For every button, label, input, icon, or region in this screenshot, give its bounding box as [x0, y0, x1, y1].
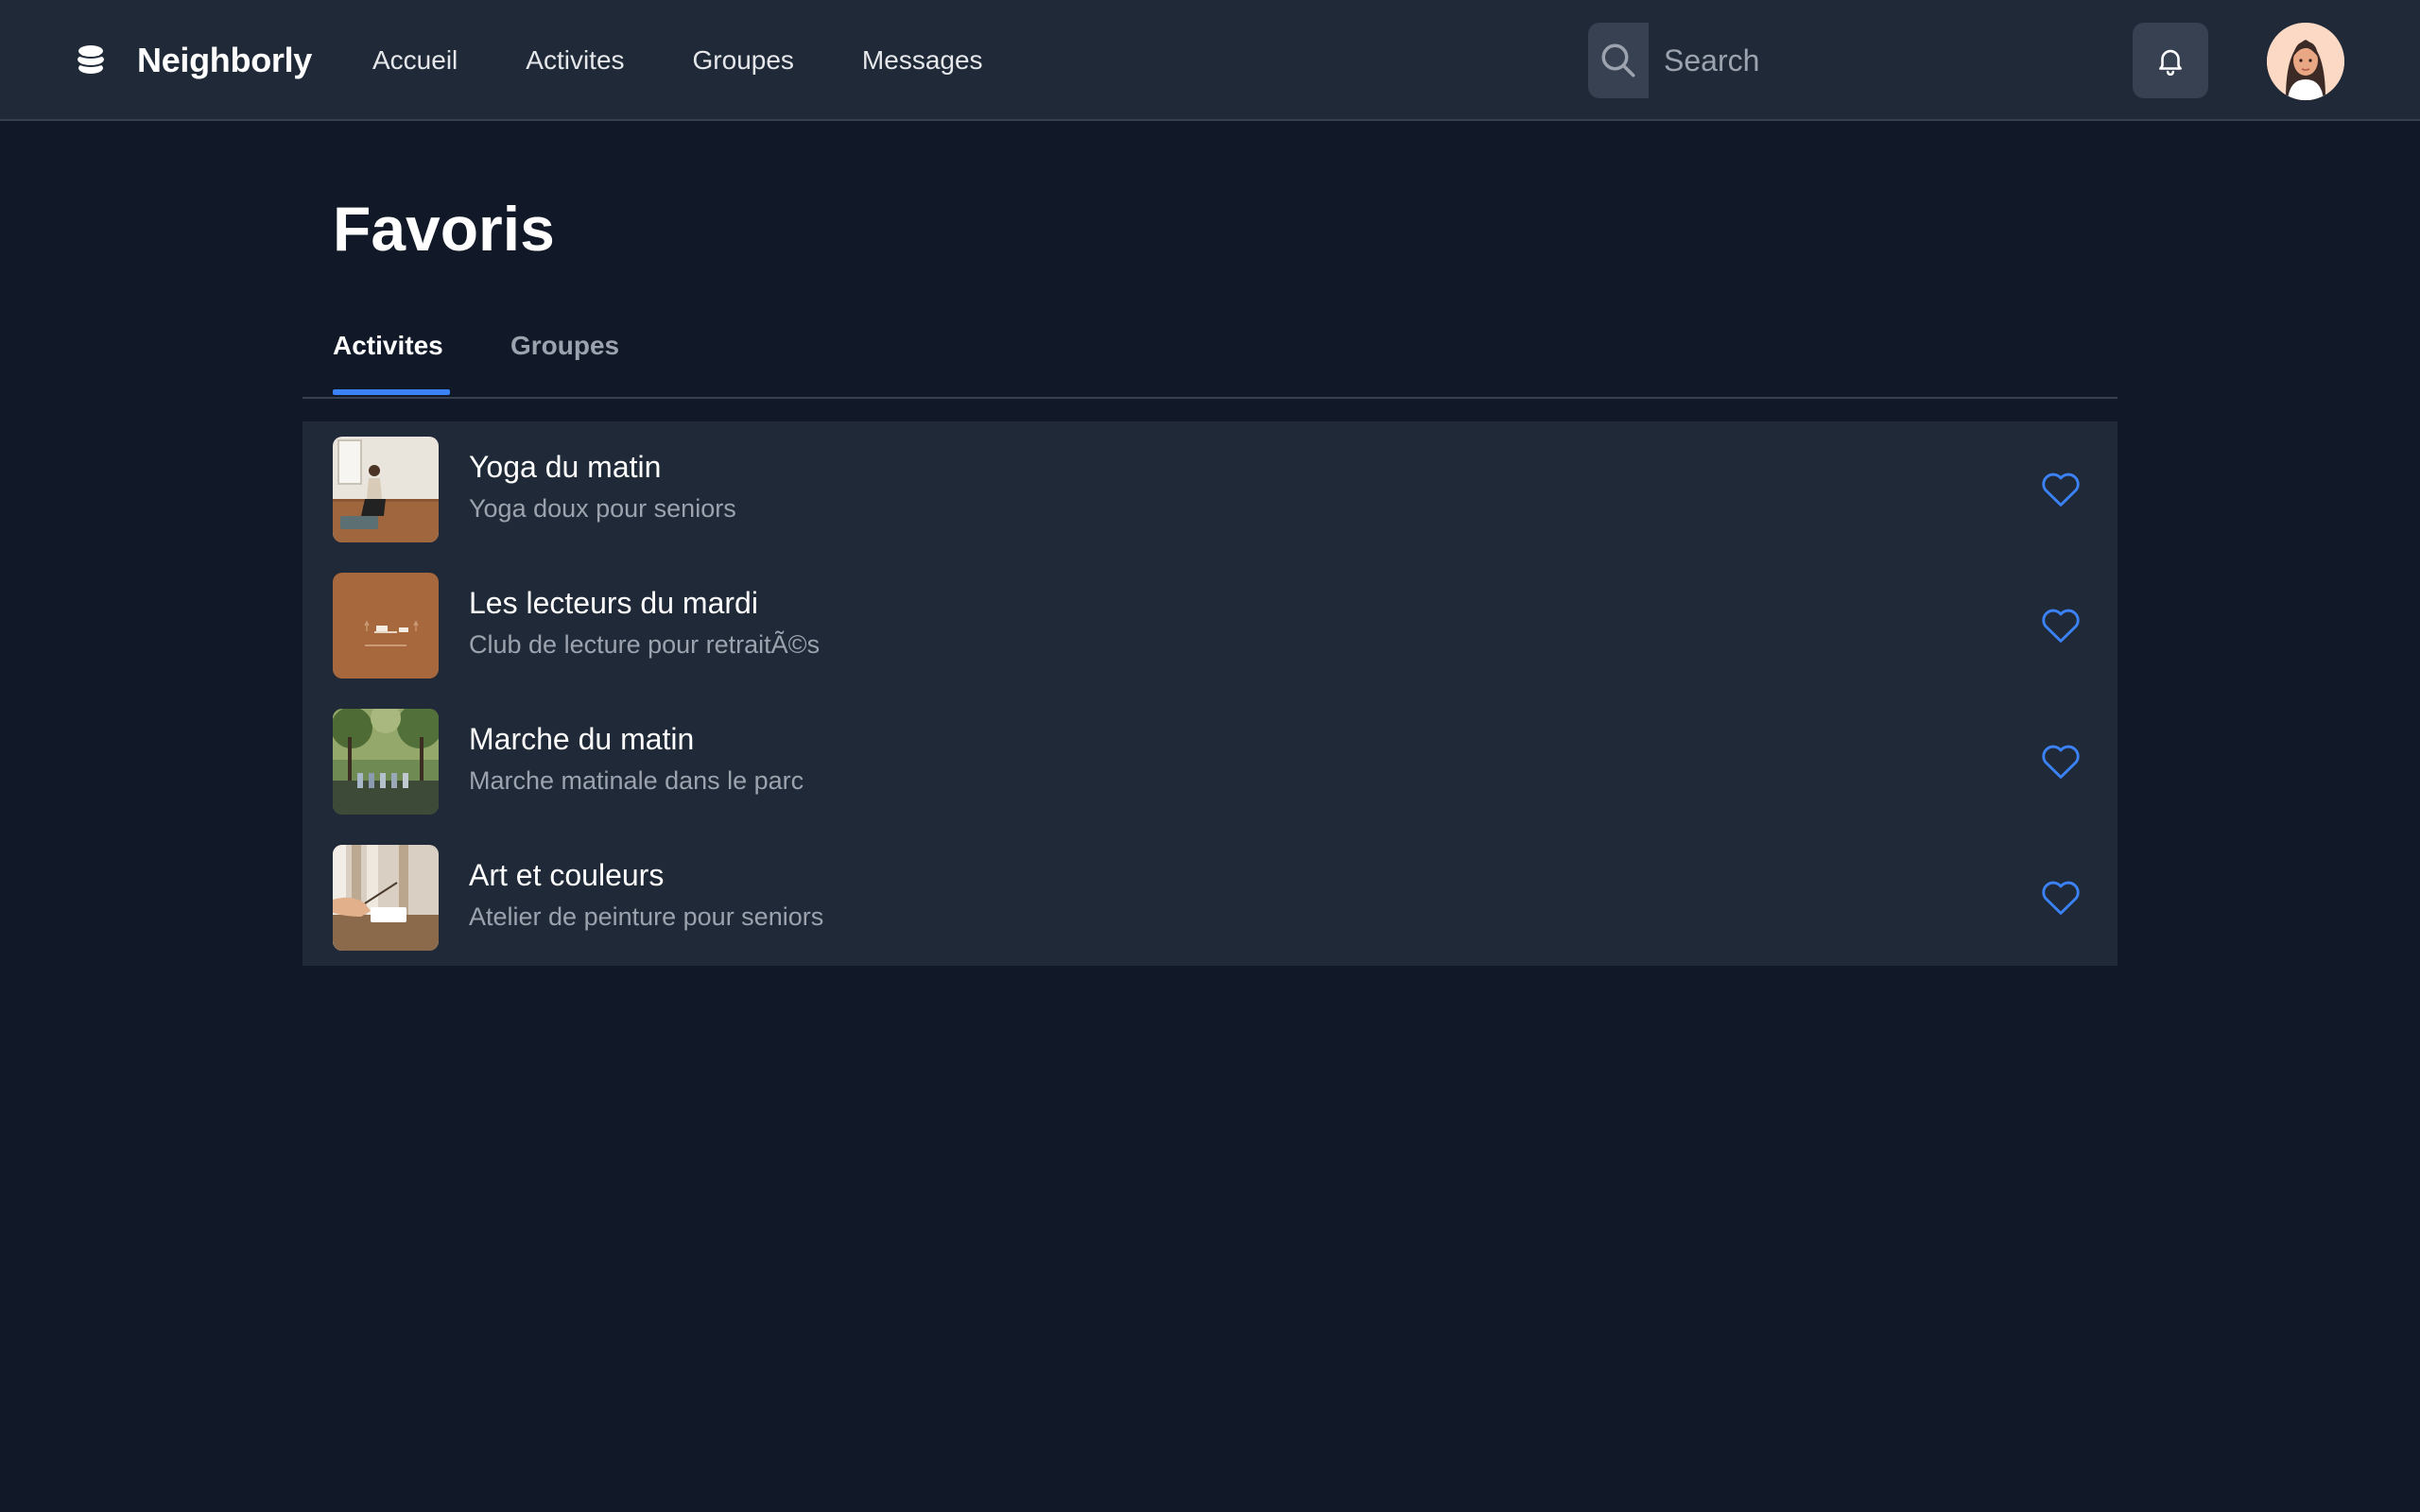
user-avatar[interactable]	[2267, 23, 2344, 100]
tab-activites[interactable]: Activites	[333, 327, 443, 365]
favorites-tabs: Activites Groupes	[302, 312, 2118, 399]
list-item[interactable]: Les lecteurs du mardi Club de lecture po…	[302, 558, 2118, 694]
list-item[interactable]: Art et couleurs Atelier de peinture pour…	[302, 830, 2118, 966]
nav-link-messages[interactable]: Messages	[862, 36, 983, 85]
heart-icon	[2042, 881, 2080, 915]
search-bar	[1588, 23, 2061, 98]
brand-name[interactable]: Neighborly	[137, 36, 312, 85]
notifications-button[interactable]	[2133, 23, 2208, 98]
main-nav: Accueil Activites Groupes Messages	[372, 36, 1051, 85]
top-navbar: Neighborly Accueil Activites Groupes Mes…	[0, 0, 2420, 121]
item-subtitle: Atelier de peinture pour seniors	[469, 902, 824, 931]
favorite-toggle-button[interactable]	[2038, 739, 2083, 784]
item-subtitle: Club de lecture pour retraitÃ©s	[469, 630, 821, 659]
tab-groupes[interactable]: Groupes	[510, 327, 619, 365]
heart-icon	[2042, 745, 2080, 779]
logo-icon	[77, 45, 105, 74]
nav-link-accueil[interactable]: Accueil	[372, 36, 458, 85]
list-item[interactable]: Marche du matin Marche matinale dans le …	[302, 694, 2118, 830]
item-title: Les lecteurs du mardi	[469, 586, 758, 620]
item-subtitle: Marche matinale dans le parc	[469, 766, 804, 795]
nav-link-activites[interactable]: Activites	[526, 36, 624, 85]
heart-icon	[2042, 609, 2080, 643]
list-item[interactable]: Yoga du matin Yoga doux pour seniors	[302, 421, 2118, 558]
activity-thumbnail-art	[333, 845, 439, 951]
bell-icon	[2159, 49, 2182, 77]
heart-icon	[2042, 472, 2080, 507]
activity-thumbnail-book-club	[333, 573, 439, 679]
item-title: Yoga du matin	[469, 450, 662, 484]
favorite-toggle-button[interactable]	[2038, 467, 2083, 512]
favorites-list: Yoga du matin Yoga doux pour seniors Les…	[302, 421, 2118, 966]
activity-thumbnail-yoga	[333, 437, 439, 542]
active-tab-indicator	[333, 389, 450, 395]
activity-thumbnail-walk	[333, 709, 439, 815]
search-icon[interactable]	[1588, 23, 1649, 98]
search-input[interactable]	[1649, 23, 2061, 98]
page-title: Favoris	[333, 194, 555, 264]
item-title: Art et couleurs	[469, 858, 665, 892]
item-title: Marche du matin	[469, 722, 695, 756]
nav-link-groupes[interactable]: Groupes	[693, 36, 794, 85]
item-subtitle: Yoga doux pour seniors	[469, 494, 736, 523]
favorite-toggle-button[interactable]	[2038, 875, 2083, 920]
favorite-toggle-button[interactable]	[2038, 603, 2083, 648]
